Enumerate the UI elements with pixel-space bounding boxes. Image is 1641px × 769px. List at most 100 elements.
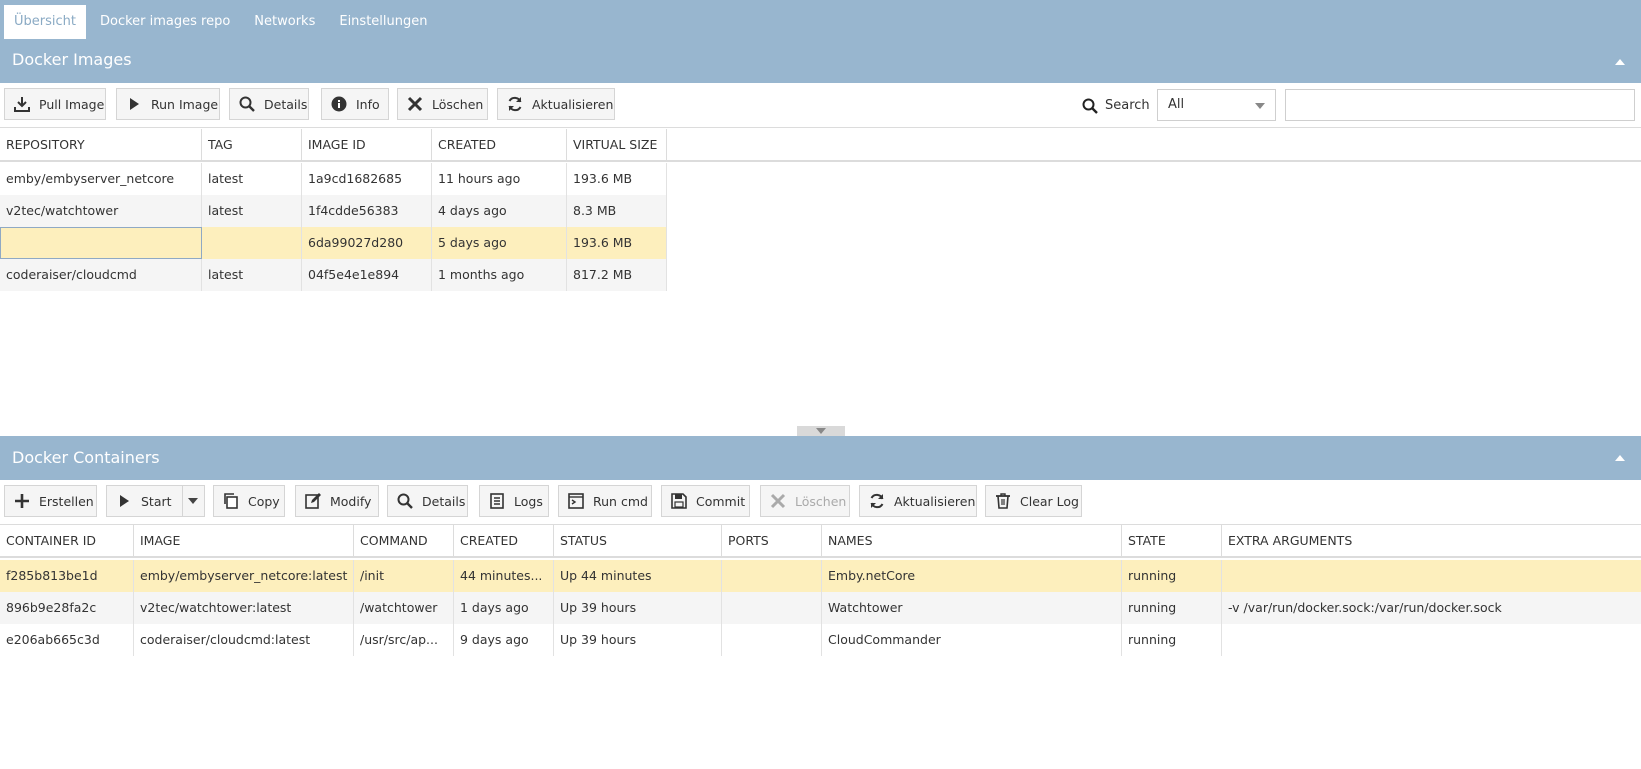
collapse-images-icon[interactable] <box>1615 59 1625 65</box>
col-virtual-size[interactable]: VIRTUAL SIZE <box>567 129 667 160</box>
search-label-text: Search <box>1105 98 1150 113</box>
cell-status: Up 39 hours <box>554 624 722 656</box>
pull-image-button[interactable]: Pull Image <box>4 88 106 120</box>
run-image-label: Run Image <box>151 96 219 112</box>
cell-created: 5 days ago <box>432 227 567 259</box>
image-delete-button[interactable]: Löschen <box>397 88 488 120</box>
tab-overview[interactable]: Übersicht <box>4 5 86 39</box>
col-image[interactable]: IMAGE <box>134 525 354 556</box>
tab-settings[interactable]: Einstellungen <box>329 5 437 39</box>
search-filter-value: All <box>1168 97 1185 112</box>
table-row-selected[interactable]: 6da99027d280 5 days ago 193.6 MB <box>0 227 667 259</box>
cell-created: 9 days ago <box>454 624 554 656</box>
play-icon <box>115 492 133 510</box>
cell-image: emby/embyserver_netcore:latest <box>134 560 354 592</box>
close-icon <box>406 95 424 113</box>
image-refresh-button[interactable]: Aktualisieren <box>497 88 615 120</box>
copy-container-button[interactable]: Copy <box>213 485 285 517</box>
image-refresh-label: Aktualisieren <box>532 96 614 112</box>
col-status[interactable]: STATUS <box>554 525 722 556</box>
start-container-button[interactable]: Start <box>106 485 205 517</box>
col-extra-arguments[interactable]: EXTRA ARGUMENTS <box>1222 525 1641 556</box>
clear-log-label: Clear Log <box>1020 493 1079 509</box>
col-names[interactable]: NAMES <box>822 525 1122 556</box>
cell-repository: v2tec/watchtower <box>0 195 202 227</box>
containers-toolbar: Erstellen Start Copy Modify Details Logs <box>0 480 1641 525</box>
cell-extra-arguments <box>1222 560 1641 592</box>
cell-tag: latest <box>202 195 302 227</box>
start-dropdown-toggle[interactable] <box>181 486 204 516</box>
table-row[interactable]: 896b9e28fa2c v2tec/watchtower:latest /wa… <box>0 592 1641 624</box>
cell-ports <box>722 592 822 624</box>
top-header: Übersicht Docker images repo Networks Ei… <box>0 0 1641 83</box>
cell-image: coderaiser/cloudcmd:latest <box>134 624 354 656</box>
cell-container-id: e206ab665c3d <box>0 624 134 656</box>
image-details-button[interactable]: Details <box>229 88 309 120</box>
copy-label: Copy <box>248 493 280 509</box>
col-image-id[interactable]: IMAGE ID <box>302 129 432 160</box>
col-container-id[interactable]: CONTAINER ID <box>0 525 134 556</box>
images-grid-header: REPOSITORY TAG IMAGE ID CREATED VIRTUAL … <box>0 129 1641 162</box>
terminal-icon <box>567 492 585 510</box>
table-row[interactable]: emby/embyserver_netcore latest 1a9cd1682… <box>0 163 667 195</box>
search-icon <box>396 492 414 510</box>
images-panel-title: Docker Images <box>12 50 132 69</box>
logs-icon <box>488 492 506 510</box>
cell-names: Emby.netCore <box>822 560 1122 592</box>
cell-created: 1 days ago <box>454 592 554 624</box>
col-created[interactable]: CREATED <box>454 525 554 556</box>
run-image-button[interactable]: Run Image <box>116 88 220 120</box>
table-row[interactable]: v2tec/watchtower latest 1f4cdde56383 4 d… <box>0 195 667 227</box>
start-label: Start <box>141 493 172 509</box>
trash-icon <box>994 492 1012 510</box>
clear-log-button[interactable]: Clear Log <box>985 485 1082 517</box>
col-created[interactable]: CREATED <box>432 129 567 160</box>
image-info-button[interactable]: Info <box>321 88 389 120</box>
run-cmd-button[interactable]: Run cmd <box>558 485 652 517</box>
container-refresh-button[interactable]: Aktualisieren <box>859 485 977 517</box>
pull-image-label: Pull Image <box>39 96 105 112</box>
cell-status: Up 39 hours <box>554 592 722 624</box>
col-tag[interactable]: TAG <box>202 129 302 160</box>
container-refresh-label: Aktualisieren <box>894 493 976 509</box>
col-command[interactable]: COMMAND <box>354 525 454 556</box>
panel-splitter-handle[interactable] <box>797 426 845 436</box>
col-state[interactable]: STATE <box>1122 525 1222 556</box>
cell-tag: latest <box>202 259 302 291</box>
commit-button[interactable]: Commit <box>661 485 750 517</box>
table-row[interactable]: coderaiser/cloudcmd latest 04f5e4e1e894 … <box>0 259 667 291</box>
cell-image-id: 6da99027d280 <box>302 227 432 259</box>
create-container-button[interactable]: Erstellen <box>4 485 97 517</box>
container-delete-button[interactable]: Löschen <box>760 485 850 517</box>
search-label: Search <box>1081 83 1150 128</box>
cell-size: 817.2 MB <box>567 259 667 291</box>
cell-size: 193.6 MB <box>567 227 667 259</box>
download-icon <box>13 95 31 113</box>
chevron-down-icon <box>816 428 826 434</box>
cell-command: /init <box>354 560 454 592</box>
search-input[interactable] <box>1285 89 1635 121</box>
cell-created: 1 months ago <box>432 259 567 291</box>
col-ports[interactable]: PORTS <box>722 525 822 556</box>
cell-size: 193.6 MB <box>567 163 667 195</box>
cell-created: 11 hours ago <box>432 163 567 195</box>
container-details-button[interactable]: Details <box>387 485 468 517</box>
chevron-down-icon <box>188 498 199 504</box>
containers-panel-header: Docker Containers <box>0 436 1641 480</box>
cell-image-id: 1a9cd1682685 <box>302 163 432 195</box>
search-filter-select[interactable]: All <box>1157 89 1276 121</box>
containers-panel-title: Docker Containers <box>12 448 160 467</box>
container-details-label: Details <box>422 493 466 509</box>
tab-docker-images-repo[interactable]: Docker images repo <box>90 5 240 39</box>
table-row[interactable]: e206ab665c3d coderaiser/cloudcmd:latest … <box>0 624 1641 656</box>
tab-networks[interactable]: Networks <box>244 5 325 39</box>
modify-label: Modify <box>330 493 372 509</box>
logs-button[interactable]: Logs <box>479 485 549 517</box>
col-repository[interactable]: REPOSITORY <box>0 129 202 160</box>
cell-container-id: f285b813be1d <box>0 560 134 592</box>
cell-ports <box>722 624 822 656</box>
cell-tag: latest <box>202 163 302 195</box>
collapse-containers-icon[interactable] <box>1615 455 1625 461</box>
table-row-selected[interactable]: f285b813be1d emby/embyserver_netcore:lat… <box>0 560 1641 592</box>
modify-container-button[interactable]: Modify <box>295 485 379 517</box>
